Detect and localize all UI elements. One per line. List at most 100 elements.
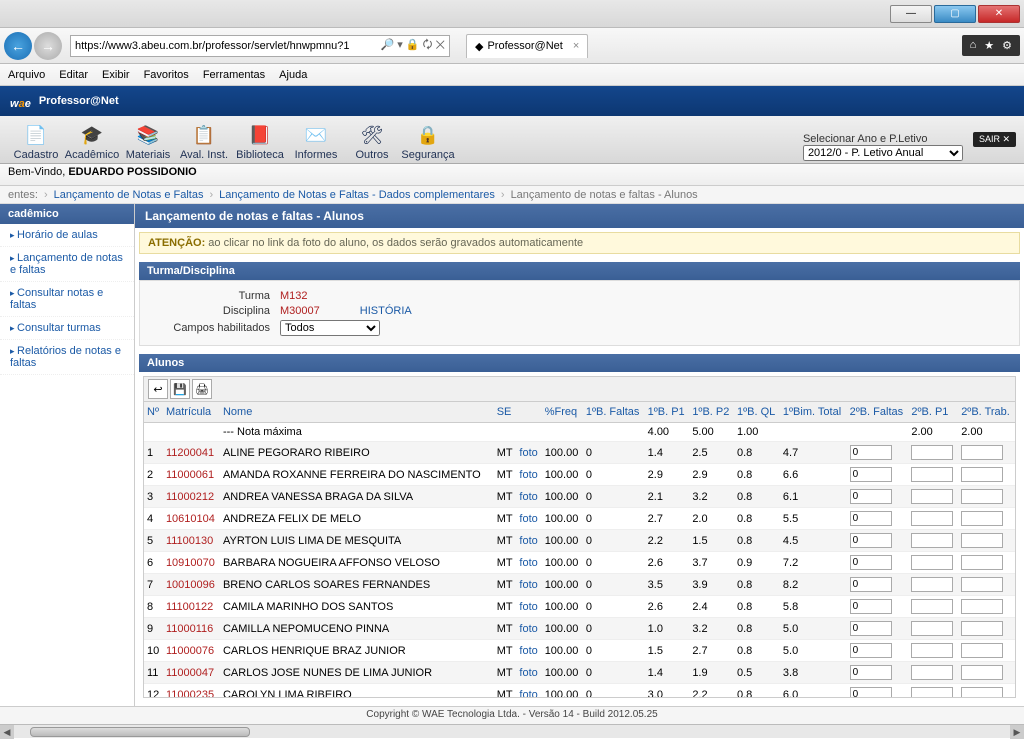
period-select[interactable]: 2012/0 - P. Letivo Anual	[803, 145, 963, 161]
foto-link[interactable]: foto	[519, 601, 537, 613]
turma-label: Turma	[150, 290, 280, 302]
campos-select[interactable]: Todos	[280, 320, 380, 336]
window-minimize-button[interactable]: —	[890, 5, 932, 23]
p1b2-input[interactable]	[911, 599, 953, 614]
scroll-thumb[interactable]	[30, 727, 250, 737]
trab2-input[interactable]	[961, 643, 1003, 658]
sidebar-item[interactable]: Consultar turmas	[0, 317, 134, 340]
scroll-right-icon[interactable]: ▶	[1010, 725, 1024, 739]
faltas2-input[interactable]	[850, 665, 892, 680]
p1b2-input[interactable]	[911, 643, 953, 658]
p1b2-input[interactable]	[911, 533, 953, 548]
settings-icon[interactable]: ⚙	[1002, 39, 1012, 52]
menu-favoritos[interactable]: Favoritos	[144, 69, 189, 81]
faltas2-input[interactable]	[850, 445, 892, 460]
foto-link[interactable]: foto	[519, 447, 537, 459]
trab2-input[interactable]	[961, 621, 1003, 636]
trab2-input[interactable]	[961, 555, 1003, 570]
faltas2-input[interactable]	[850, 577, 892, 592]
sidebar-item[interactable]: Consultar notas e faltas	[0, 282, 134, 317]
faltas2-input[interactable]	[850, 489, 892, 504]
trab2-input[interactable]	[961, 599, 1003, 614]
foto-link[interactable]: foto	[519, 667, 537, 679]
foto-link[interactable]: foto	[519, 579, 537, 591]
back-icon[interactable]: ↩	[148, 379, 168, 399]
url-icons[interactable]: 🔎 ▾ 🔒 🗘 ✕	[381, 36, 445, 55]
browser-tab[interactable]: ◆ Professor@Net ×	[466, 34, 588, 58]
toolbar-item-cadastro[interactable]: 📄Cadastro	[8, 121, 64, 161]
faltas2-input[interactable]	[850, 533, 892, 548]
sidebar-item[interactable]: Horário de aulas	[0, 224, 134, 247]
back-button[interactable]: ←	[4, 32, 32, 60]
p1b2-input[interactable]	[911, 467, 953, 482]
address-bar[interactable]: https://www3.abeu.com.br/professor/servl…	[70, 35, 450, 57]
faltas2-input[interactable]	[850, 599, 892, 614]
menu-editar[interactable]: Editar	[59, 69, 88, 81]
p1b2-input[interactable]	[911, 511, 953, 526]
faltas2-input[interactable]	[850, 621, 892, 636]
trab2-input[interactable]	[961, 533, 1003, 548]
window-close-button[interactable]: ✕	[978, 5, 1020, 23]
trab2-input[interactable]	[961, 577, 1003, 592]
window-maximize-button[interactable]: ▢	[934, 5, 976, 23]
save-icon[interactable]: 💾	[170, 379, 190, 399]
menu-ferramentas[interactable]: Ferramentas	[203, 69, 265, 81]
app-title: Professor@Net	[39, 95, 119, 107]
trab2-input[interactable]	[961, 489, 1003, 504]
menu-ajuda[interactable]: Ajuda	[279, 69, 307, 81]
toolbar-item-informes[interactable]: ✉️Informes	[288, 121, 344, 161]
p1b2-input[interactable]	[911, 555, 953, 570]
tab-favicon-icon: ◆	[475, 40, 483, 53]
faltas2-input[interactable]	[850, 555, 892, 570]
horizontal-scrollbar[interactable]: ◀ ▶	[0, 724, 1024, 738]
foto-link[interactable]: foto	[519, 491, 537, 503]
p1b2-input[interactable]	[911, 445, 953, 460]
foto-link[interactable]: foto	[519, 513, 537, 525]
foto-link[interactable]: foto	[519, 469, 537, 481]
foto-link[interactable]: foto	[519, 623, 537, 635]
foto-link[interactable]: foto	[519, 645, 537, 657]
toolbar-item-segurana[interactable]: 🔒Segurança	[400, 121, 456, 161]
tab-close-icon[interactable]: ×	[573, 40, 579, 52]
disciplina-name: HISTÓRIA	[360, 305, 412, 317]
p1b2-input[interactable]	[911, 489, 953, 504]
trab2-input[interactable]	[961, 445, 1003, 460]
breadcrumb-link-1[interactable]: Lançamento de Notas e Faltas	[54, 189, 204, 201]
print-icon[interactable]: 🖨	[192, 379, 212, 399]
favorites-icon[interactable]: ★	[984, 39, 994, 52]
forward-button[interactable]: →	[34, 32, 62, 60]
toolbar-item-materiais[interactable]: 📚Materiais	[120, 121, 176, 161]
p1b2-input[interactable]	[911, 665, 953, 680]
home-icon[interactable]: ⌂	[970, 39, 977, 52]
faltas2-input[interactable]	[850, 467, 892, 482]
trab2-input[interactable]	[961, 467, 1003, 482]
p1b2-input[interactable]	[911, 621, 953, 636]
menu-exibir[interactable]: Exibir	[102, 69, 130, 81]
foto-link[interactable]: foto	[519, 689, 537, 699]
toolbar-item-outros[interactable]: 🛠Outros	[344, 121, 400, 161]
app-banner: wae Professor@Net	[0, 86, 1024, 116]
scroll-left-icon[interactable]: ◀	[0, 725, 14, 739]
faltas2-input[interactable]	[850, 511, 892, 526]
matricula: 11000047	[163, 662, 220, 684]
trab2-input[interactable]	[961, 511, 1003, 526]
faltas2-input[interactable]	[850, 643, 892, 658]
toolbar-item-biblioteca[interactable]: 📕Biblioteca	[232, 121, 288, 161]
nome: BARBARA NOGUEIRA AFFONSO VELOSO	[220, 552, 494, 574]
toolbar-item-acadmico[interactable]: 🎓Acadêmico	[64, 121, 120, 161]
p1b2-input[interactable]	[911, 687, 953, 698]
trab2-input[interactable]	[961, 665, 1003, 680]
p1b2-input[interactable]	[911, 577, 953, 592]
col-header: SE	[494, 402, 517, 423]
sidebar-item[interactable]: Relatórios de notas e faltas	[0, 340, 134, 375]
breadcrumb-link-2[interactable]: Lançamento de Notas e Faltas - Dados com…	[219, 189, 495, 201]
trab2-input[interactable]	[961, 687, 1003, 698]
foto-link[interactable]: foto	[519, 535, 537, 547]
foto-link[interactable]: foto	[519, 557, 537, 569]
menu-arquivo[interactable]: Arquivo	[8, 69, 45, 81]
faltas2-input[interactable]	[850, 687, 892, 698]
sair-button[interactable]: SAIR ✕	[973, 132, 1016, 147]
col-header: 2ºB. Faltas	[847, 402, 909, 423]
sidebar-item[interactable]: Lançamento de notas e faltas	[0, 247, 134, 282]
toolbar-item-avalinst[interactable]: 📋Aval. Inst.	[176, 121, 232, 161]
